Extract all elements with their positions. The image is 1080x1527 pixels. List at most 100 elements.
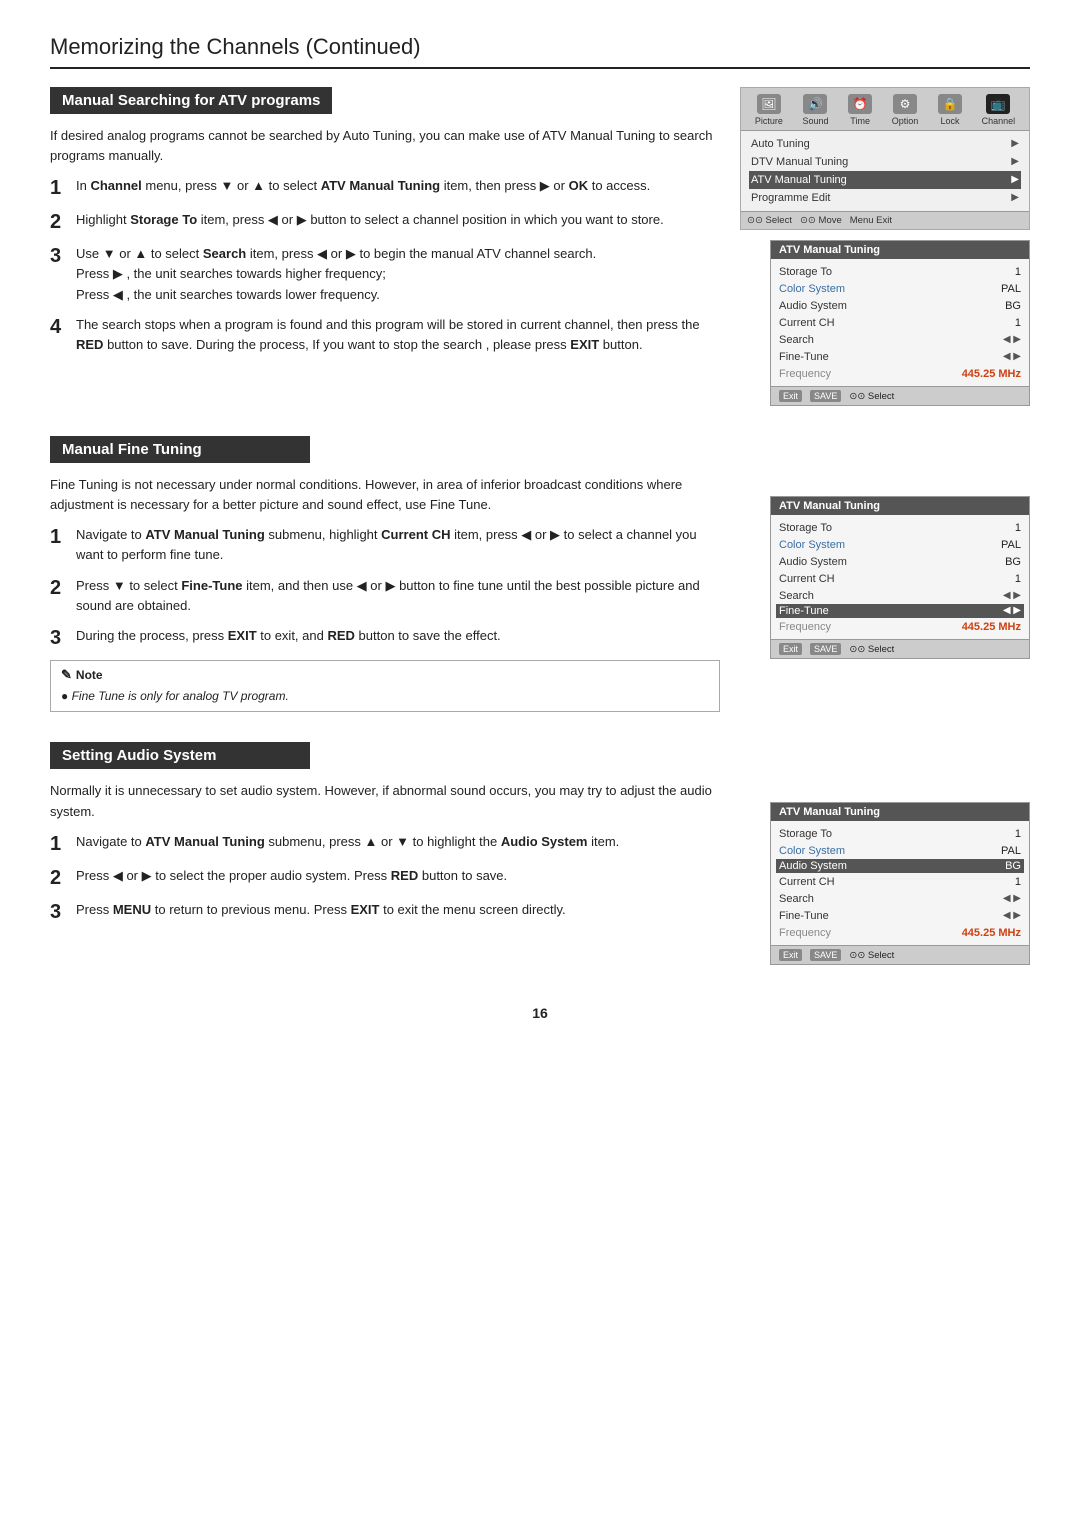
menu-icon-time: ⏰ Time (848, 94, 872, 126)
channel-menu-screenshot: 🖼 Picture 🔊 Sound ⏰ Time ⚙ Option 🔒 (740, 87, 1030, 230)
page-number: 16 (50, 1005, 1030, 1021)
fine-tuning-right: ATV Manual Tuning Storage To 1 Color Sys… (740, 436, 1030, 722)
audio-left: Setting Audio System Normally it is unne… (50, 742, 720, 975)
step-num-1: 1 (50, 176, 68, 200)
atv-row-finetune-1: Fine-Tune ◀ ▶ (779, 348, 1021, 365)
step-2: 2 Highlight Storage To item, press ◀ or … (50, 210, 720, 234)
audio-steps: 1 Navigate to ATV Manual Tuning submenu,… (50, 832, 720, 924)
atv2-row-current: Current CH 1 (779, 570, 1021, 587)
atv3-row-audio: Audio System BG (776, 859, 1024, 873)
step-3: 3 Use ▼ or ▲ to select Search item, pres… (50, 244, 720, 304)
audio-step-1: 1 Navigate to ATV Manual Tuning submenu,… (50, 832, 720, 856)
menu-icon-picture: 🖼 Picture (755, 94, 783, 126)
menu-row-auto-tuning: Auto Tuning ▶ (749, 135, 1021, 153)
manual-searching-intro: If desired analog programs cannot be sea… (50, 126, 720, 166)
title-suffix: (Continued) (299, 34, 420, 59)
section-right-1: 🖼 Picture 🔊 Sound ⏰ Time ⚙ Option 🔒 (740, 87, 1030, 416)
section-left: Manual Searching for ATV programs If des… (50, 87, 720, 416)
audio-step-num-1: 1 (50, 832, 68, 856)
section-header-audio: Setting Audio System (50, 742, 310, 769)
step-num-4: 4 (50, 315, 68, 355)
atv-footer-1: Exit SAVE ⊙⊙ Select (771, 386, 1029, 405)
audio-step-text-2: Press ◀ or ▶ to select the proper audio … (76, 866, 720, 890)
step-text-3: Use ▼ or ▲ to select Search item, press … (76, 244, 720, 304)
atv3-row-color: Color System PAL (779, 842, 1021, 859)
audio-right: ATV Manual Tuning Storage To 1 Color Sys… (740, 742, 1030, 975)
menu-icon-channel: 📺 Channel (982, 94, 1016, 126)
audio-step-text-1: Navigate to ATV Manual Tuning submenu, p… (76, 832, 720, 856)
fine-tuning-intro: Fine Tuning is not necessary under norma… (50, 475, 720, 515)
channel-menu-body: Auto Tuning ▶ DTV Manual Tuning ▶ ATV Ma… (741, 131, 1029, 211)
step-4: 4 The search stops when a program is fou… (50, 315, 720, 355)
note-text: Fine Tune is only for analog TV program. (61, 687, 709, 706)
section-manual-searching: Manual Searching for ATV programs If des… (50, 87, 1030, 416)
atv2-row-finetune: Fine-Tune ◀ ▶ (776, 604, 1024, 618)
atv3-row-search: Search ◀ ▶ (779, 890, 1021, 907)
audio-intro: Normally it is unnecessary to set audio … (50, 781, 720, 821)
atv-footer-2: Exit SAVE ⊙⊙ Select (771, 639, 1029, 658)
section-header-fine-tuning: Manual Fine Tuning (50, 436, 310, 463)
atv-row-storage-1: Storage To 1 (779, 263, 1021, 280)
menu-row-dtv-manual: DTV Manual Tuning ▶ (749, 153, 1021, 171)
atv-menu-1: ATV Manual Tuning Storage To 1 Color Sys… (770, 240, 1030, 406)
atv-body-1: Storage To 1 Color System PAL Audio Syst… (771, 259, 1029, 386)
atv-body-2: Storage To 1 Color System PAL Audio Syst… (771, 515, 1029, 639)
menu-icon-lock: 🔒 Lock (938, 94, 962, 126)
atv2-row-storage: Storage To 1 (779, 519, 1021, 536)
footer-select: ⊙⊙ Select (747, 215, 792, 226)
atv3-row-storage: Storage To 1 (779, 825, 1021, 842)
ft-step-2: 2 Press ▼ to select Fine-Tune item, and … (50, 576, 720, 616)
step-text-2: Highlight Storage To item, press ◀ or ▶ … (76, 210, 720, 234)
atv-title-2: ATV Manual Tuning (771, 497, 1029, 515)
ft-step-text-2: Press ▼ to select Fine-Tune item, and th… (76, 576, 720, 616)
ft-step-3: 3 During the process, press EXIT to exit… (50, 626, 720, 650)
fine-tuning-left: Manual Fine Tuning Fine Tuning is not ne… (50, 436, 720, 722)
atv-footer-3: Exit SAVE ⊙⊙ Select (771, 945, 1029, 964)
section-header-manual-searching: Manual Searching for ATV programs (50, 87, 332, 114)
ft-step-num-3: 3 (50, 626, 68, 650)
main-title: Memorizing the Channels (Continued) (50, 30, 1030, 69)
atv2-row-freq: Frequency 445.25 MHz (779, 618, 1021, 635)
audio-step-3: 3 Press MENU to return to previous menu.… (50, 900, 720, 924)
atv-menu-2: ATV Manual Tuning Storage To 1 Color Sys… (770, 496, 1030, 659)
atv2-row-search: Search ◀ ▶ (779, 587, 1021, 604)
step-text-4: The search stops when a program is found… (76, 315, 720, 355)
ft-step-num-1: 1 (50, 525, 68, 565)
atv2-row-audio: Audio System BG (779, 553, 1021, 570)
section-fine-tuning: Manual Fine Tuning Fine Tuning is not ne… (50, 436, 1030, 722)
title-text: Memorizing the Channels (50, 34, 299, 59)
atv-body-3: Storage To 1 Color System PAL Audio Syst… (771, 821, 1029, 945)
step-text-1: In Channel menu, press ▼ or ▲ to select … (76, 176, 720, 200)
atv3-row-finetune: Fine-Tune ◀ ▶ (779, 907, 1021, 924)
section-setting-audio: Setting Audio System Normally it is unne… (50, 742, 1030, 975)
menu-icon-sound: 🔊 Sound (802, 94, 828, 126)
audio-step-text-3: Press MENU to return to previous menu. P… (76, 900, 720, 924)
ft-step-text-3: During the process, press EXIT to exit, … (76, 626, 720, 650)
note-title: Note (61, 667, 709, 683)
footer-move: ⊙⊙ Move (800, 215, 842, 226)
footer-exit: Menu Exit (850, 215, 892, 226)
channel-menu-footer: ⊙⊙ Select ⊙⊙ Move Menu Exit (741, 211, 1029, 229)
menu-icon-option: ⚙ Option (892, 94, 919, 126)
audio-step-2: 2 Press ◀ or ▶ to select the proper audi… (50, 866, 720, 890)
atv-title-3: ATV Manual Tuning (771, 803, 1029, 821)
atv2-row-color: Color System PAL (779, 536, 1021, 553)
atv-row-search-1: Search ◀ ▶ (779, 331, 1021, 348)
atv3-row-freq: Frequency 445.25 MHz (779, 924, 1021, 941)
step-num-2: 2 (50, 210, 68, 234)
menu-row-programme-edit: Programme Edit ▶ (749, 189, 1021, 207)
note-box-fine-tuning: Note Fine Tune is only for analog TV pro… (50, 660, 720, 713)
fine-tuning-steps: 1 Navigate to ATV Manual Tuning submenu,… (50, 525, 720, 650)
atv-row-audio-1: Audio System BG (779, 297, 1021, 314)
ft-step-1: 1 Navigate to ATV Manual Tuning submenu,… (50, 525, 720, 565)
step-1: 1 In Channel menu, press ▼ or ▲ to selec… (50, 176, 720, 200)
atv-title-1: ATV Manual Tuning (771, 241, 1029, 259)
audio-step-num-2: 2 (50, 866, 68, 890)
audio-step-num-3: 3 (50, 900, 68, 924)
menu-row-atv-manual: ATV Manual Tuning ▶ (749, 171, 1021, 189)
atv-row-current-1: Current CH 1 (779, 314, 1021, 331)
manual-searching-steps: 1 In Channel menu, press ▼ or ▲ to selec… (50, 176, 720, 355)
atv-menu-3: ATV Manual Tuning Storage To 1 Color Sys… (770, 802, 1030, 965)
ft-step-text-1: Navigate to ATV Manual Tuning submenu, h… (76, 525, 720, 565)
step-num-3: 3 (50, 244, 68, 304)
